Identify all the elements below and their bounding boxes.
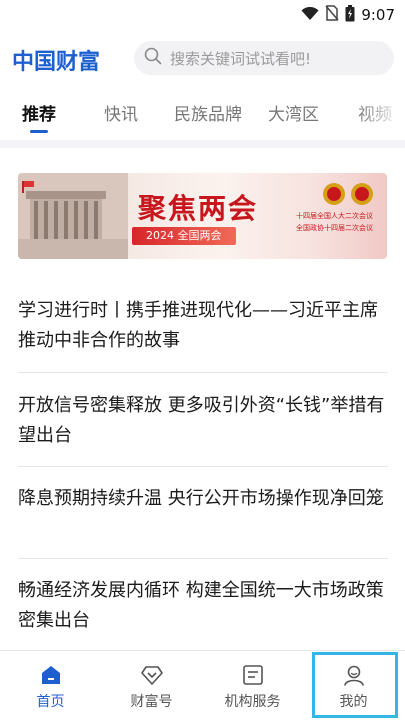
nav-home-label: 首页 xyxy=(36,694,65,710)
banner-title: 聚焦两会 xyxy=(138,192,259,225)
tab-flash-news[interactable]: 快讯 xyxy=(104,100,138,125)
status-time: 9:07 xyxy=(361,6,395,24)
article-item[interactable]: 学习进行时丨携手推进现代化——习近平主席推动中非合作的故事 xyxy=(18,296,388,356)
banner-subtitle-npc: 十四届全国人大二次会议 xyxy=(296,212,373,220)
search-placeholder: 搜索关键词试试看吧! xyxy=(170,49,312,68)
article-divider xyxy=(18,558,388,559)
banner-tag: 2024 全国两会 xyxy=(132,227,236,245)
status-icons: 9:07 xyxy=(301,4,395,26)
nav-home[interactable]: 首页 xyxy=(0,651,101,720)
article-item[interactable]: 降息预期持续升温 央行公开市场操作现净回笼 xyxy=(18,484,388,514)
great-hall-illustration xyxy=(18,173,128,259)
battery-icon xyxy=(345,4,355,26)
tab-recommend[interactable]: 推荐 xyxy=(22,100,56,125)
status-bar: 9:07 xyxy=(0,0,405,30)
article-item[interactable]: 畅通经济发展内循环 构建全国统一大市场政策密集出台 xyxy=(18,576,388,636)
article-divider xyxy=(18,372,388,373)
nav-wealth-account-label: 财富号 xyxy=(130,694,173,710)
section-separator xyxy=(0,140,405,148)
banner-subtitle-cppcc: 全国政协十四届二次会议 xyxy=(296,224,373,232)
two-sessions-banner[interactable]: 聚焦两会 2024 全国两会 十四届全国人大二次会议 全国政协十四届二次会议 xyxy=(18,173,387,259)
search-icon xyxy=(144,47,162,69)
active-tab-indicator xyxy=(30,130,48,133)
nav-wealth-account[interactable]: 财富号 xyxy=(101,651,202,720)
tab-greater-bay-area[interactable]: 大湾区 xyxy=(268,100,319,125)
national-emblems-icon xyxy=(323,183,373,205)
nav-institution-services-label: 机构服务 xyxy=(224,694,281,710)
search-input[interactable]: 搜索关键词试试看吧! xyxy=(134,41,394,75)
tabs-fade xyxy=(355,92,405,136)
article-item[interactable]: 开放信号密集释放 更多吸引外资“长钱”举措有望出台 xyxy=(18,391,388,451)
category-tabs: 推荐 快讯 民族品牌 大湾区 视频 xyxy=(0,92,405,136)
no-sim-icon xyxy=(325,5,339,25)
tab-national-brands[interactable]: 民族品牌 xyxy=(174,100,242,125)
diamond-icon xyxy=(140,666,163,685)
home-icon xyxy=(41,666,60,684)
document-icon xyxy=(242,665,263,685)
app-header: 中国财富 搜索关键词试试看吧! xyxy=(0,38,405,78)
nav-institution-services[interactable]: 机构服务 xyxy=(202,651,303,720)
wifi-icon xyxy=(301,6,319,25)
nav-profile-highlight xyxy=(312,652,398,718)
article-divider xyxy=(18,466,388,467)
app-logo[interactable]: 中国财富 xyxy=(12,44,100,76)
